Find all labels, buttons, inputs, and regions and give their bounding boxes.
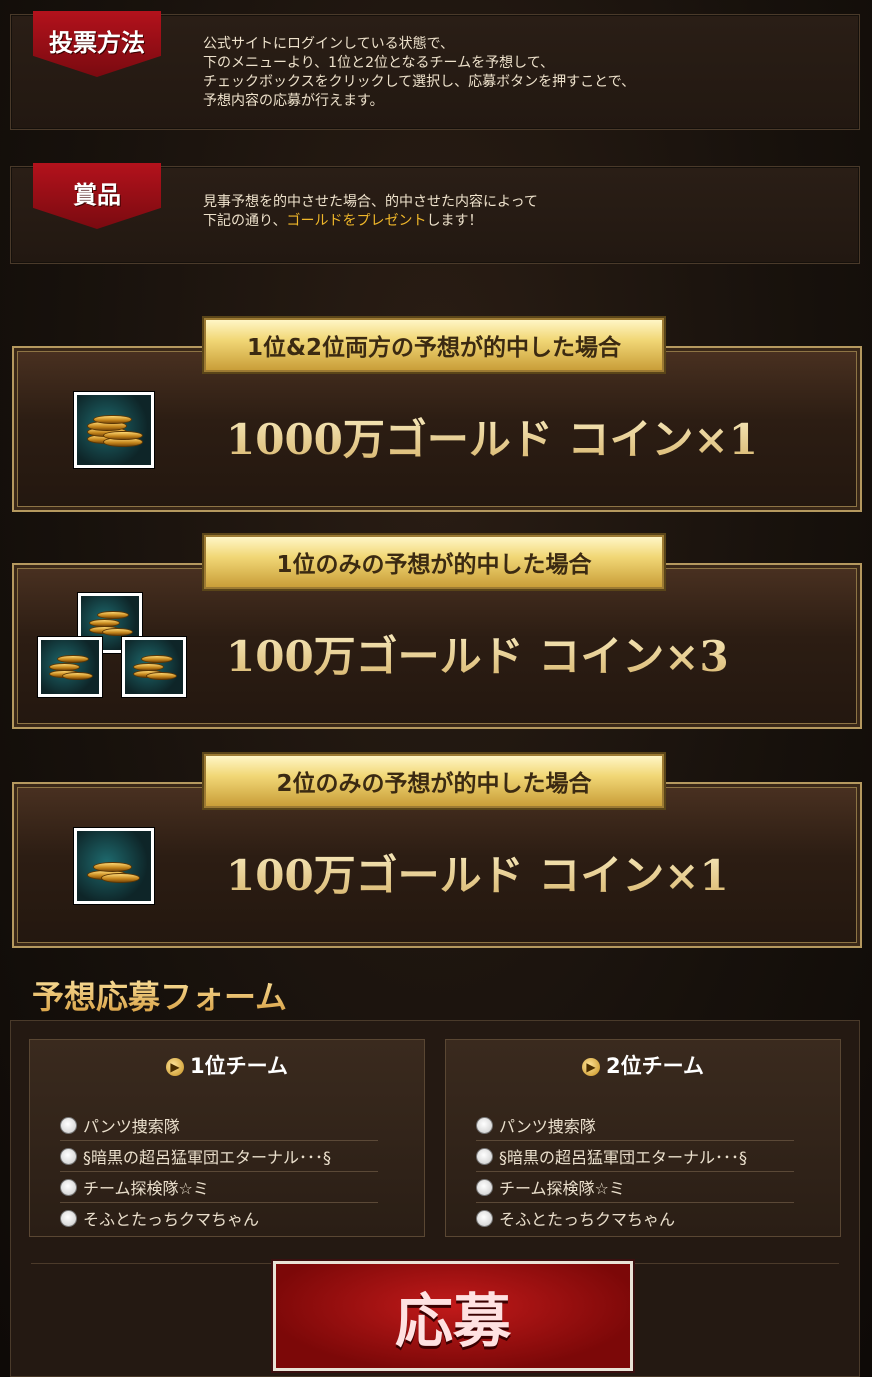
reward-title: 1位のみの予想が的中した場合: [204, 535, 664, 589]
prize-text-line1: 見事予想を的中させた場合、的中させた内容によって: [203, 194, 538, 210]
arrow-bullet-icon: ▶: [166, 1058, 184, 1076]
gold-coin-stack-icon: [38, 637, 102, 697]
prize-text-line2-post: します！: [426, 213, 483, 229]
submit-button[interactable]: 応募: [273, 1261, 633, 1371]
voting-method-ribbon-label: 投票方法: [49, 29, 145, 57]
second-option-3[interactable]: そふとたっちクマちゃん: [476, 1203, 794, 1233]
gold-coin-stack-icon: [122, 637, 186, 697]
reward-card-both: 1位&2位両方の予想が的中した場合 1000万ゴールド コイン×1: [12, 318, 862, 512]
first-place-label: 1位チーム: [190, 1054, 288, 1078]
voting-method-ribbon: 投票方法: [33, 11, 161, 77]
reward-amount: 100万ゴールド コイン×3: [226, 623, 729, 684]
second-option-0[interactable]: パンツ捜索隊: [476, 1110, 794, 1141]
prize-text-line2: 下記の通り、ゴールドをプレゼントします！: [203, 212, 538, 231]
radio-button[interactable]: [60, 1147, 77, 1165]
first-option-2[interactable]: チーム探検隊☆ミ: [60, 1172, 378, 1203]
prize-ribbon: 賞品: [33, 163, 161, 229]
reward-title: 1位&2位両方の予想が的中した場合: [204, 318, 664, 372]
prediction-form: ▶ 1位チーム パンツ捜索隊 §暗黒の超呂猛軍団エターナル･･･§ チーム探検隊☆…: [10, 1020, 860, 1377]
radio-button[interactable]: [60, 1178, 77, 1196]
prize-text-line2-pre: 下記の通り、: [203, 213, 287, 229]
option-label: §暗黒の超呂猛軍団エターナル･･･§: [83, 1148, 332, 1167]
reward-title: 2位のみの予想が的中した場合: [204, 754, 664, 808]
radio-button[interactable]: [60, 1209, 77, 1227]
first-place-panel: ▶ 1位チーム パンツ捜索隊 §暗黒の超呂猛軍団エターナル･･･§ チーム探検隊☆…: [29, 1039, 425, 1237]
radio-button[interactable]: [476, 1178, 493, 1196]
first-option-1[interactable]: §暗黒の超呂猛軍団エターナル･･･§: [60, 1141, 378, 1172]
prize-text: 見事予想を的中させた場合、的中させた内容によって 下記の通り、ゴールドをプレゼン…: [203, 193, 538, 231]
option-label: パンツ捜索隊: [83, 1117, 180, 1136]
submit-label: 応募: [394, 1287, 511, 1355]
radio-button[interactable]: [476, 1116, 493, 1134]
gold-coin-stack-icon: [74, 828, 154, 904]
option-label: パンツ捜索隊: [499, 1117, 596, 1136]
voting-method-box: 投票方法 公式サイトにログインしている状態で、 下のメニューより、1位と2位とな…: [10, 11, 860, 130]
reward-card-second-only: 2位のみの予想が的中した場合 100万ゴールド コイン×1: [12, 754, 862, 948]
prize-box: 賞品 見事予想を的中させた場合、的中させた内容によって 下記の通り、ゴールドをプ…: [10, 163, 860, 264]
second-option-2[interactable]: チーム探検隊☆ミ: [476, 1172, 794, 1203]
prize-highlight: ゴールドをプレゼント: [286, 213, 427, 229]
option-label: そふとたっちクマちゃん: [83, 1210, 260, 1229]
option-label: チーム探検隊☆ミ: [83, 1179, 209, 1198]
second-place-title: ▶ 2位チーム: [446, 1050, 840, 1080]
first-place-title: ▶ 1位チーム: [30, 1050, 424, 1080]
option-label: そふとたっちクマちゃん: [499, 1210, 676, 1229]
form-title: 予想応募フォーム: [32, 972, 287, 1018]
first-option-0[interactable]: パンツ捜索隊: [60, 1110, 378, 1141]
radio-button[interactable]: [476, 1147, 493, 1165]
gold-coin-stack-icon: [74, 392, 154, 468]
radio-button[interactable]: [60, 1116, 77, 1134]
second-option-1[interactable]: §暗黒の超呂猛軍団エターナル･･･§: [476, 1141, 794, 1172]
second-place-panel: ▶ 2位チーム パンツ捜索隊 §暗黒の超呂猛軍団エターナル･･･§ チーム探検隊☆…: [445, 1039, 841, 1237]
reward-amount: 1000万ゴールド コイン×1: [226, 406, 758, 467]
option-label: チーム探検隊☆ミ: [499, 1179, 625, 1198]
second-place-label: 2位チーム: [606, 1054, 704, 1078]
first-option-3[interactable]: そふとたっちクマちゃん: [60, 1203, 378, 1233]
reward-amount: 100万ゴールド コイン×1: [226, 842, 729, 903]
arrow-bullet-icon: ▶: [582, 1058, 600, 1076]
radio-button[interactable]: [476, 1209, 493, 1227]
voting-method-text: 公式サイトにログインしている状態で、 下のメニューより、1位と2位となるチームを…: [203, 36, 636, 109]
option-label: §暗黒の超呂猛軍団エターナル･･･§: [499, 1148, 748, 1167]
reward-card-first-only: 1位のみの予想が的中した場合 100万ゴールド コイン×3: [12, 535, 862, 729]
prize-ribbon-label: 賞品: [73, 181, 121, 209]
